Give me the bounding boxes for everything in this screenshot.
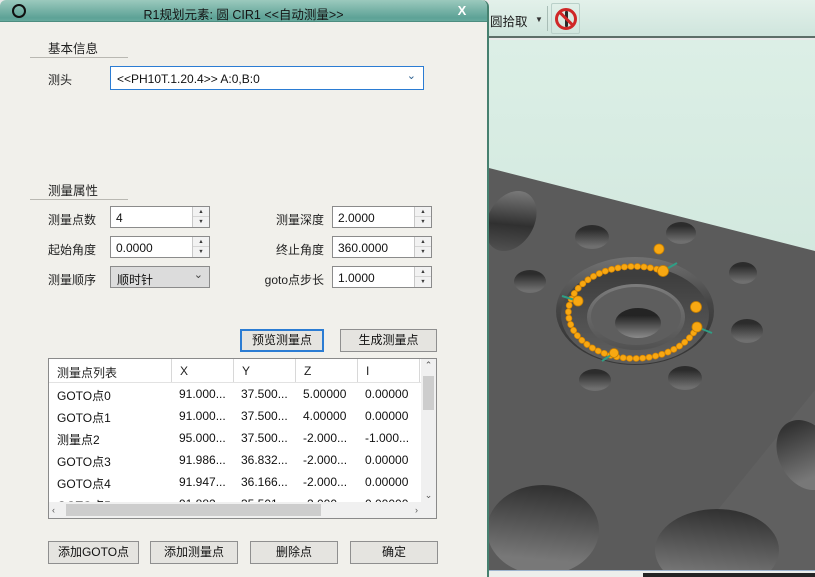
scroll-right-icon[interactable]: › bbox=[415, 505, 418, 515]
plan-element-dialog: R1规划元素: 圆 CIR1 <<自动测量>> X 基本信息 测头 <<PH10… bbox=[0, 0, 489, 577]
spin-down-icon[interactable]: ▼ bbox=[415, 277, 431, 287]
goto-step-input[interactable]: 1.0000 ▲▼ bbox=[332, 266, 432, 288]
delete-point-button[interactable]: 删除点 bbox=[250, 541, 338, 564]
measure-props-section-label: 测量属性 bbox=[48, 180, 98, 199]
probe-disable-button[interactable] bbox=[551, 3, 580, 34]
section-divider bbox=[30, 57, 128, 58]
start-angle-label: 起始角度 bbox=[48, 241, 96, 258]
add-goto-point-button[interactable]: 添加GOTO点 bbox=[48, 541, 139, 564]
scroll-down-icon[interactable]: ⌄ bbox=[421, 490, 436, 501]
bottom-strip bbox=[489, 570, 815, 577]
section-divider bbox=[30, 199, 128, 200]
measure-depth-input[interactable]: 2.0000 ▲▼ bbox=[332, 206, 432, 228]
scroll-up-icon[interactable]: ⌃ bbox=[421, 360, 436, 371]
spin-up-icon[interactable]: ▲ bbox=[415, 267, 431, 277]
measure-order-select[interactable]: 顺时针 ⌄ bbox=[110, 266, 210, 288]
spin-down-icon[interactable]: ▼ bbox=[193, 217, 209, 227]
scroll-left-icon[interactable]: ‹ bbox=[52, 505, 55, 515]
measure-path-overlay bbox=[489, 40, 815, 570]
spin-down-icon[interactable]: ▼ bbox=[415, 247, 431, 257]
spin-up-icon[interactable]: ▲ bbox=[415, 237, 431, 247]
points-count-label: 测量点数 bbox=[48, 211, 96, 228]
basic-info-section-label: 基本信息 bbox=[48, 38, 98, 57]
top-toolbar: 圆拾取 ▼ bbox=[489, 0, 815, 38]
goto-step-label: goto点步长 bbox=[232, 271, 324, 288]
spin-down-icon[interactable]: ▼ bbox=[415, 217, 431, 227]
probe-disable-icon bbox=[555, 8, 577, 30]
toolbar-separator bbox=[547, 6, 548, 31]
probe-select[interactable]: <<PH10T.1.20.4>> A:0,B:0 ⌄ bbox=[110, 66, 424, 90]
chevron-down-icon: ⌄ bbox=[194, 268, 203, 281]
table-row[interactable]: GOTO点391.986...36.832...-2.000...0.00000… bbox=[49, 449, 421, 471]
table-row[interactable]: 测量点295.000...37.500...-2.000...-1.000...… bbox=[49, 427, 421, 449]
measure-depth-label: 测量深度 bbox=[232, 211, 324, 228]
points-count-input[interactable]: 4 ▲▼ bbox=[110, 206, 210, 228]
generate-points-button[interactable]: 生成测量点 bbox=[340, 329, 437, 352]
horizontal-scrollbar[interactable]: ‹ › bbox=[49, 502, 421, 518]
vertical-scrollbar[interactable]: ⌃ ⌄ bbox=[421, 359, 436, 502]
start-angle-input[interactable]: 0.0000 ▲▼ bbox=[110, 236, 210, 258]
app-window: 圆拾取 ▼ bbox=[0, 0, 815, 577]
table-row[interactable]: GOTO点491.947...36.166...-2.000...0.00000… bbox=[49, 471, 421, 493]
probe-label: 测头 bbox=[48, 71, 72, 88]
viewport-3d[interactable] bbox=[489, 40, 815, 570]
end-angle-label: 终止角度 bbox=[232, 241, 324, 258]
preview-points-button[interactable]: 预览测量点 bbox=[240, 329, 324, 352]
measure-order-label: 测量顺序 bbox=[48, 271, 96, 288]
add-measure-point-button[interactable]: 添加测量点 bbox=[150, 541, 238, 564]
circle-pick-button[interactable]: 圆拾取 bbox=[490, 11, 528, 30]
dialog-titlebar[interactable]: R1规划元素: 圆 CIR1 <<自动测量>> X bbox=[0, 0, 487, 22]
right-pane: 圆拾取 ▼ bbox=[489, 0, 815, 577]
measure-points-table[interactable]: 测量点列表 X Y Z I J GOTO点091.000...37.500...… bbox=[48, 358, 437, 519]
scrollbar-corner bbox=[421, 502, 436, 518]
table-row[interactable]: GOTO点091.000...37.500...5.000000.000000 bbox=[49, 383, 421, 405]
spin-up-icon[interactable]: ▲ bbox=[193, 207, 209, 217]
spin-up-icon[interactable]: ▲ bbox=[193, 237, 209, 247]
end-angle-input[interactable]: 360.0000 ▲▼ bbox=[332, 236, 432, 258]
table-header-row: 测量点列表 X Y Z I J bbox=[49, 359, 421, 383]
bottom-scrollbar-segment[interactable] bbox=[643, 573, 815, 577]
table-row[interactable]: GOTO点591.882...35.501...-2.000...0.00000… bbox=[49, 493, 421, 502]
probe-select-value: <<PH10T.1.20.4>> A:0,B:0 bbox=[117, 72, 260, 86]
spin-down-icon[interactable]: ▼ bbox=[193, 247, 209, 257]
chevron-down-icon[interactable]: ▼ bbox=[535, 15, 543, 24]
close-icon[interactable]: X bbox=[453, 3, 471, 20]
vertical-scrollbar-thumb[interactable] bbox=[423, 376, 434, 410]
horizontal-scrollbar-thumb[interactable] bbox=[66, 504, 321, 516]
chevron-down-icon: ⌄ bbox=[407, 69, 416, 82]
confirm-button[interactable]: 确定 bbox=[350, 541, 438, 564]
table-row[interactable]: GOTO点191.000...37.500...4.000000.000000 bbox=[49, 405, 421, 427]
dialog-title: R1规划元素: 圆 CIR1 <<自动测量>> bbox=[0, 4, 487, 23]
spin-up-icon[interactable]: ▲ bbox=[415, 207, 431, 217]
